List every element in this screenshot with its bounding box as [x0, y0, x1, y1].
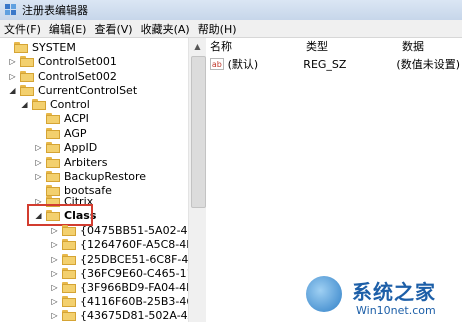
tree-node-label: ControlSet001 — [38, 54, 117, 68]
folder-icon — [46, 156, 60, 168]
folder-icon — [62, 267, 76, 279]
column-header-type[interactable]: 类型 — [306, 38, 328, 54]
folder-icon — [62, 295, 76, 307]
folder-icon — [62, 281, 76, 293]
expander-icon[interactable]: ▷ — [50, 283, 59, 292]
folder-icon — [46, 184, 60, 196]
folder-icon — [62, 238, 76, 250]
expander-icon[interactable]: ◢ — [20, 100, 29, 109]
value-data: (数值未设置) — [396, 58, 460, 71]
expander-icon[interactable]: ▷ — [50, 297, 59, 306]
window-title: 注册表编辑器 — [22, 4, 88, 17]
tree-node-class-guid[interactable]: ▷ {43675D81-502A-4A82 — [50, 306, 188, 322]
regedit-app-icon — [5, 4, 17, 16]
value-type: REG_SZ — [303, 57, 347, 71]
expander-icon[interactable]: ▷ — [8, 72, 17, 81]
folder-icon — [20, 84, 34, 96]
expander-icon[interactable]: ▷ — [34, 143, 43, 152]
folder-icon — [20, 55, 34, 67]
folder-icon — [46, 112, 60, 124]
title-bar: 注册表编辑器 — [0, 0, 462, 20]
expander-icon[interactable]: ▷ — [34, 158, 43, 167]
registry-tree[interactable]: SYSTEM ▷ ControlSet001 ▷ ControlSet002 ◢… — [0, 38, 188, 322]
column-header-name[interactable]: 名称 — [210, 38, 232, 54]
folder-icon — [32, 98, 46, 110]
expander-icon[interactable]: ◢ — [8, 86, 17, 95]
menu-bar: 文件(F) 编辑(E) 查看(V) 收藏夹(A) 帮助(H) — [0, 20, 462, 38]
menu-edit[interactable]: 编辑(E) — [45, 21, 91, 37]
folder-icon — [20, 70, 34, 82]
tree-node-label: {1264760F-A5C8-4BFE- — [80, 237, 188, 251]
expander-icon[interactable]: ▷ — [8, 57, 17, 66]
value-row[interactable]: ab (默认) REG_SZ (数值未设置) — [210, 56, 460, 72]
menu-favorites[interactable]: 收藏夹(A) — [137, 21, 194, 37]
folder-icon — [62, 224, 76, 236]
watermark-url: Win10net.com — [356, 304, 436, 317]
menu-file[interactable]: 文件(F) — [0, 21, 45, 37]
watermark-logo-icon — [306, 276, 342, 312]
tree-vertical-scrollbar[interactable]: ▲ — [188, 38, 206, 322]
value-name: (默认) — [227, 58, 259, 71]
scroll-thumb[interactable] — [191, 56, 206, 208]
watermark-title: 系统之家 — [352, 280, 436, 304]
folder-icon — [46, 141, 60, 153]
folder-icon — [46, 127, 60, 139]
tree-node-label: {43675D81-502A-4A82 — [80, 308, 188, 322]
expander-icon[interactable]: ▷ — [50, 255, 59, 264]
column-header-data[interactable]: 数据 — [402, 38, 424, 54]
folder-icon — [46, 170, 60, 182]
watermark: 系统之家 Win10net.com — [300, 270, 462, 322]
tree-node-label: AppID — [64, 140, 98, 154]
expander-icon[interactable]: ▷ — [50, 311, 59, 320]
scroll-up-arrow-icon[interactable]: ▲ — [189, 38, 206, 55]
expander-icon[interactable]: ▷ — [34, 172, 43, 181]
expander-icon[interactable]: ▷ — [50, 240, 59, 249]
folder-icon — [62, 309, 76, 321]
expander-icon[interactable]: ▷ — [50, 226, 59, 235]
menu-help[interactable]: 帮助(H) — [194, 21, 241, 37]
folder-icon — [14, 41, 28, 53]
expander-icon[interactable]: ▷ — [50, 269, 59, 278]
tree-node-label: ACPI — [64, 111, 89, 125]
menu-view[interactable]: 查看(V) — [90, 21, 136, 37]
string-value-icon: ab — [210, 58, 224, 70]
folder-icon — [62, 253, 76, 265]
